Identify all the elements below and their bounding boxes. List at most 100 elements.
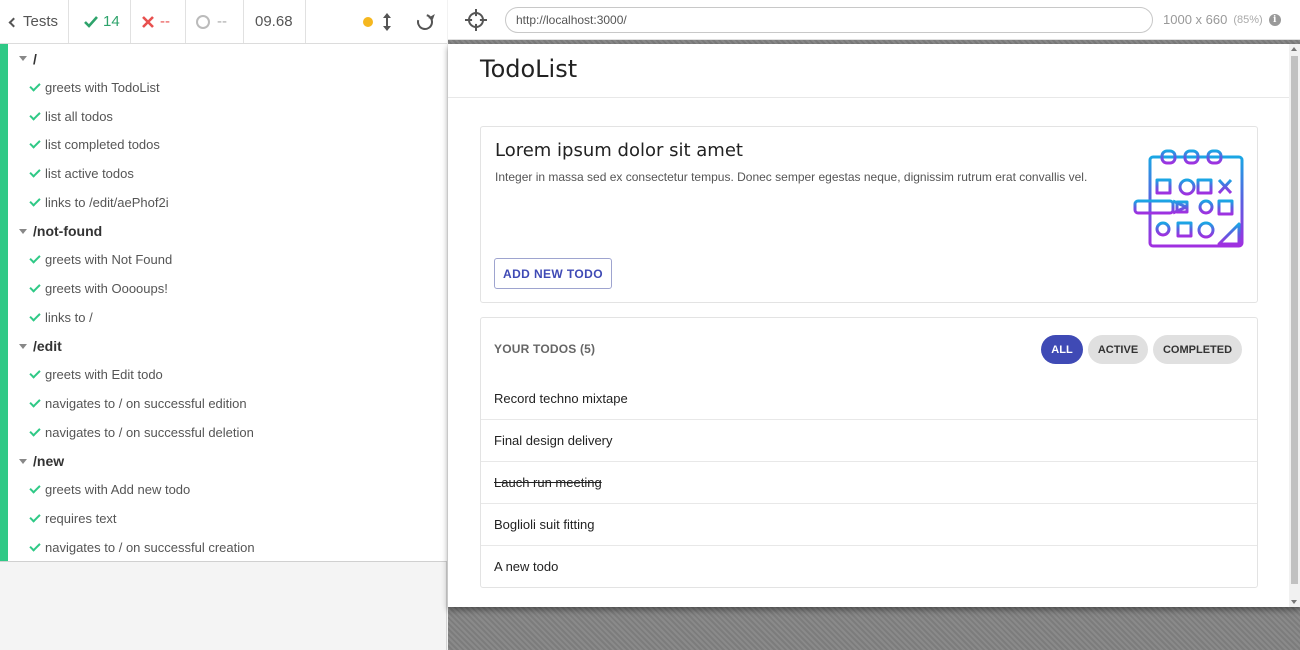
scrollbar-thumb[interactable]	[1291, 56, 1298, 584]
test-title: list active todos	[45, 166, 134, 181]
info-icon[interactable]: i	[1268, 13, 1281, 26]
check-icon	[29, 195, 41, 207]
test-runner-panel: Tests 14 -- -- 09.68 / greets with TodoLi…	[0, 0, 447, 650]
todo-text: Boglioli suit fitting	[494, 517, 595, 532]
caret-down-icon	[19, 56, 27, 61]
check-icon	[29, 367, 41, 379]
check-icon	[29, 396, 41, 408]
viewport-scale: (85%)	[1233, 13, 1263, 26]
check-icon	[29, 540, 41, 552]
hero-card: Lorem ipsum dolor sit amet Integer in ma…	[480, 126, 1258, 303]
tests-button-label: Tests	[23, 13, 59, 30]
tests-button[interactable]: Tests	[0, 0, 69, 43]
status-dot-icon	[363, 16, 373, 27]
test-title: navigates to / on successful creation	[45, 539, 255, 555]
pending-count: --	[186, 0, 244, 43]
check-icon	[84, 15, 98, 28]
test-row[interactable]: links to /edit/aePhof2i	[8, 188, 447, 217]
viewport-size: 1000 x 660	[1163, 12, 1228, 27]
test-row[interactable]: requires text	[8, 504, 447, 533]
test-title: navigates to / on successful deletion	[45, 424, 254, 440]
test-row[interactable]: list all todos	[8, 102, 447, 131]
test-title: requires text	[45, 511, 117, 526]
test-title: links to /	[45, 309, 93, 325]
test-row[interactable]: greets with TodoList	[8, 73, 447, 102]
suite-row[interactable]: /	[8, 44, 447, 73]
test-row[interactable]: list active todos	[8, 159, 447, 188]
test-reporter: / greets with TodoList list all todos list …	[0, 44, 447, 562]
scroll-up-icon[interactable]	[1291, 47, 1297, 51]
caret-down-icon	[19, 228, 27, 234]
suite-title: /edit	[33, 338, 62, 354]
app-header: TodoList	[448, 44, 1289, 98]
app-scrollbar[interactable]	[1289, 44, 1300, 607]
restart-icon[interactable]	[414, 10, 436, 33]
todo-item[interactable]: Lauch run meeting	[481, 461, 1257, 503]
test-row[interactable]: greets with Edit todo	[8, 360, 447, 389]
test-title: navigates to / on successful edition	[45, 396, 247, 411]
hero-title: Lorem ipsum dolor sit amet	[495, 140, 743, 161]
check-icon	[29, 166, 41, 178]
circle-notch-icon	[196, 14, 210, 29]
check-icon	[29, 482, 41, 494]
selector-playground-icon[interactable]	[465, 8, 487, 31]
chevron-left-icon	[8, 17, 19, 27]
auto-scroll-toggle-icon[interactable]	[379, 12, 395, 32]
caret-down-icon	[19, 343, 27, 349]
todo-item[interactable]: A new todo	[481, 545, 1257, 587]
test-title: greets with Not Found	[45, 252, 173, 268]
todo-text: Record techno mixtape	[494, 390, 628, 406]
filter-all-chip[interactable]: ALL	[1041, 335, 1083, 364]
todos-card: YOUR TODOS (5) ALL ACTIVE COMPLETED Reco…	[480, 317, 1258, 588]
test-row[interactable]: links to /	[8, 303, 447, 332]
test-row[interactable]: greets with Add new todo	[8, 475, 447, 504]
url-field[interactable]	[505, 6, 1153, 33]
check-icon	[29, 425, 41, 437]
filter-active-chip[interactable]: ACTIVE	[1088, 335, 1148, 364]
todo-item[interactable]: Final design delivery	[481, 419, 1257, 461]
test-row[interactable]: navigates to / on successful deletion	[8, 418, 447, 447]
test-row[interactable]: greets with Not Found	[8, 245, 447, 274]
calendar-illustration-icon	[1133, 149, 1244, 248]
check-icon	[29, 281, 41, 293]
check-icon	[29, 252, 41, 264]
scroll-down-icon[interactable]	[1291, 600, 1297, 604]
suite-title: /	[33, 50, 37, 67]
test-title: list completed todos	[45, 137, 160, 153]
check-icon	[29, 511, 41, 523]
suite-row[interactable]: /not-found	[8, 217, 447, 246]
failed-count: --	[131, 0, 186, 43]
todo-text: A new todo	[494, 559, 559, 574]
suite-row[interactable]: /new	[8, 447, 447, 476]
todo-text: Final design delivery	[494, 433, 613, 448]
add-new-todo-button[interactable]: ADD NEW TODO	[494, 258, 612, 289]
run-duration: 09.68	[244, 0, 306, 43]
test-row[interactable]: navigates to / on successful creation	[8, 533, 447, 562]
suite-title: /not-found	[33, 223, 103, 239]
app-frame: TodoList Lorem ipsum dolor sit amet Inte…	[448, 44, 1300, 607]
check-icon	[29, 310, 41, 322]
test-title: greets with Edit todo	[45, 367, 163, 383]
test-title: greets with TodoList	[45, 79, 160, 95]
test-row[interactable]: navigates to / on successful edition	[8, 389, 447, 418]
test-row[interactable]: greets with Ooooups!	[8, 274, 447, 303]
test-title: links to /edit/aePhof2i	[45, 194, 169, 210]
suite-row[interactable]: /edit	[8, 332, 447, 361]
aut-panel: 1000 x 660 (85%) i TodoList Lorem ipsum …	[448, 0, 1300, 650]
todo-text: Lauch run meeting	[494, 475, 602, 490]
test-row[interactable]: list completed todos	[8, 130, 447, 159]
hero-description: Integer in massa sed ex consectetur temp…	[495, 170, 1088, 184]
todo-item[interactable]: Boglioli suit fitting	[481, 503, 1257, 545]
runner-header: Tests 14 -- -- 09.68	[0, 0, 447, 44]
passed-count-value: 14	[103, 13, 120, 30]
failed-count-value: --	[160, 13, 170, 30]
x-icon	[142, 15, 154, 28]
todo-item[interactable]: Record techno mixtape	[481, 377, 1257, 419]
runner-controls	[306, 0, 447, 43]
check-icon	[29, 108, 41, 121]
test-title: greets with Add new todo	[45, 482, 191, 498]
test-title: list all todos	[45, 108, 113, 124]
todos-heading: YOUR TODOS (5)	[494, 342, 596, 356]
filter-completed-chip[interactable]: COMPLETED	[1153, 335, 1242, 364]
check-icon	[29, 137, 41, 149]
